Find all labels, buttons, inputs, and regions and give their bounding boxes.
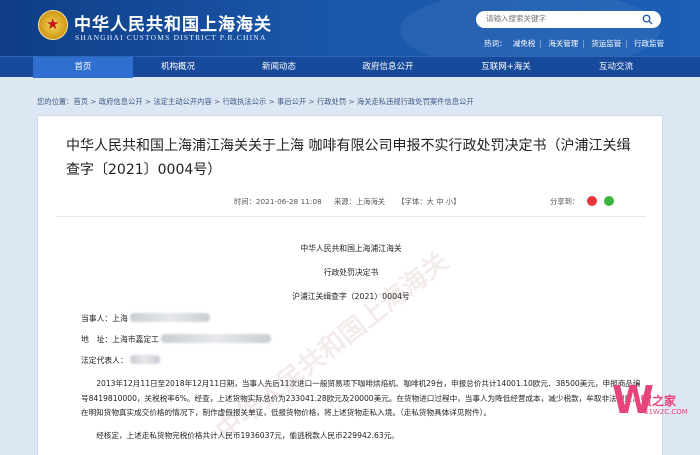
breadcrumb-text[interactable]: 您的位置：首页 > 政府信息公开 > 法定主动公开内容 > 行政执法公示 > 事… — [37, 97, 474, 106]
nav-item-interaction[interactable]: 互动交流 — [566, 57, 666, 78]
wechat-icon[interactable] — [603, 196, 614, 206]
nav-item-internet-plus[interactable]: 互联网+海关 — [456, 57, 556, 78]
hot-word-link[interactable]: 行政监管 — [634, 39, 664, 48]
representative-label: 法定代表人： — [81, 356, 128, 365]
share-bar: 分享到： — [550, 196, 614, 207]
breadcrumb: 您的位置：首页 > 政府信息公开 > 法定主动公开内容 > 行政执法公示 > 事… — [37, 97, 474, 107]
divider — [56, 216, 646, 217]
site-logo: W 贸之家 51W2C.COM — [610, 378, 700, 438]
hot-words-label: 热词： — [484, 39, 507, 48]
address-line: 地 址：上海市嘉定工 — [81, 334, 272, 345]
nav-item-disclosure[interactable]: 政府信息公开 — [338, 57, 438, 78]
party-label: 当事人：上海 — [81, 314, 128, 323]
address-label: 地 址：上海市嘉定工 — [81, 335, 159, 344]
site-subtitle: SHANGHAI CUSTOMS DISTRICT P.R.CHINA — [75, 33, 267, 42]
nav-item-news[interactable]: 新闻动态 — [229, 57, 329, 78]
representative-line: 法定代表人： — [81, 355, 161, 366]
site-header: 中华人民共和国上海海关 SHANGHAI CUSTOMS DISTRICT P.… — [0, 0, 700, 56]
font-size-switcher[interactable]: 【字体：大 中 小】 — [397, 197, 460, 206]
hot-word-link[interactable]: 货运监管 — [591, 39, 621, 48]
national-emblem-icon[interactable] — [38, 10, 68, 40]
article-panel: 中华人民共和国上海海关 中华人民共和国上海浦江海关关于上海 咖啡有限公司申报不实… — [37, 115, 663, 455]
weibo-icon[interactable] — [586, 196, 597, 206]
nav-item-about[interactable]: 机构概况 — [128, 57, 228, 78]
search-input[interactable] — [486, 14, 636, 23]
redacted-text — [161, 334, 272, 343]
doc-organization: 中华人民共和国上海浦江海关 — [300, 244, 402, 253]
redacted-text — [130, 313, 211, 322]
article-meta: 时间：2021-06-28 11:08 来源：上海海关 【字体：大 中 小】 — [234, 197, 470, 207]
hot-word-link[interactable]: 减免税 — [513, 39, 536, 48]
paragraph-assessment: 经核定，上述走私货物完税价格共计人民币1936037元，偷逃税款人民币22994… — [96, 431, 399, 440]
hot-words: 热词： 减免税 | 海关管理 | 货运监管 | 行政监管 — [484, 39, 665, 48]
party-line: 当事人：上海 — [81, 313, 211, 324]
site-title[interactable]: 中华人民共和国上海海关 — [74, 10, 272, 35]
logo-text: 贸之家 — [640, 394, 677, 408]
nav-item-home[interactable]: 首页 — [33, 57, 133, 78]
share-label: 分享到： — [550, 197, 580, 206]
search-box — [476, 11, 661, 28]
redacted-text — [130, 355, 161, 364]
hot-word-link[interactable]: 海关管理 — [548, 39, 578, 48]
search-icon[interactable] — [642, 14, 653, 25]
article-title: 中华人民共和国上海浦江海关关于上海 咖啡有限公司申报不实行政处罚决定书（沪浦江关… — [66, 138, 631, 178]
logo-url: 51W2C.COM — [644, 408, 688, 416]
main-nav: 首页 机构概况 新闻动态 政府信息公开 互联网+海关 互动交流 — [0, 56, 700, 78]
doc-number: 沪浦江关缉查字（2021）0004号 — [292, 292, 410, 301]
paragraph-facts: 2013年12月11日至2018年12月11日期，当事人先后11次进口一般贸易项… — [81, 379, 641, 417]
article-source: 来源：上海海关 — [333, 197, 386, 206]
doc-type: 行政处罚决定书 — [323, 268, 379, 277]
publish-date: 时间：2021-06-28 11:08 — [234, 197, 322, 206]
